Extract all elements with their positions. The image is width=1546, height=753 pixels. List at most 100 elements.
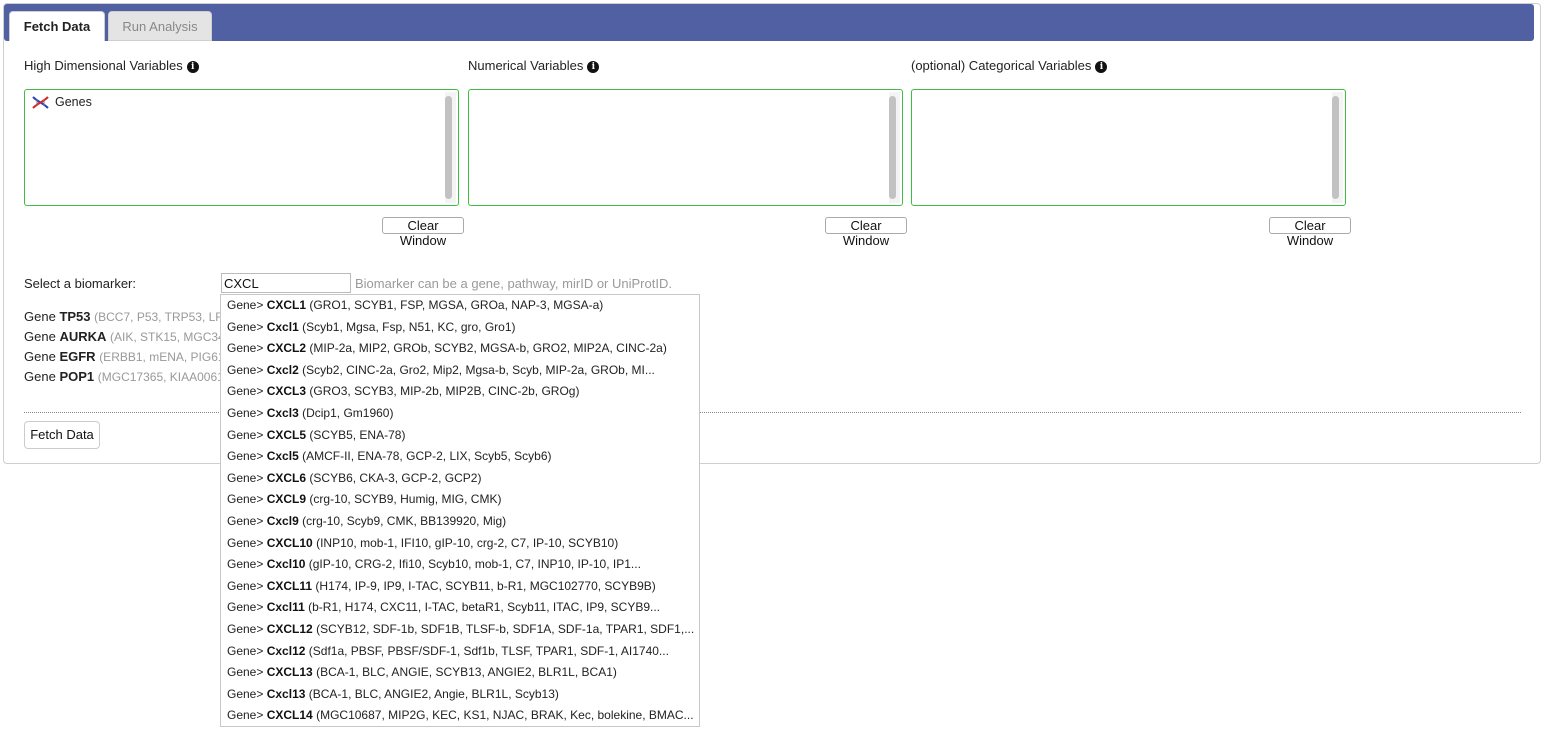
suggestion-prefix: Gene>	[227, 665, 264, 680]
high-dimensional-drop-box[interactable]: Genes	[24, 89, 459, 206]
suggestion-item[interactable]: Gene> CXCL3 (GRO3, SCYB3, MIP-2b, MIP2B,…	[221, 381, 699, 403]
tab-fetch-data[interactable]: Fetch Data	[9, 11, 105, 41]
suggestion-prefix: Gene>	[227, 341, 264, 356]
suggestion-symbol: CXCL5	[266, 427, 307, 442]
suggestion-item[interactable]: Gene> Cxcl12 (Sdf1a, PBSF, PBSF/SDF-1, S…	[221, 641, 699, 663]
gene-symbol: EGFR	[59, 349, 96, 364]
scrollbar[interactable]	[1332, 92, 1343, 203]
scrollbar-thumb[interactable]	[445, 96, 452, 199]
suggestion-item[interactable]: Gene> CXCL9 (crg-10, SCYB9, Humig, MIG, …	[221, 489, 699, 511]
suggestion-symbol: CXCL10	[266, 535, 313, 550]
suggestion-aliases: (gIP-10, CRG-2, Ifi10, Scyb10, mob-1, C7…	[308, 557, 641, 572]
suggestion-aliases: (SCYB6, CKA-3, GCP-2, GCP2)	[309, 470, 482, 485]
suggestion-item[interactable]: Gene> CXCL1 (GRO1, SCYB1, FSP, MGSA, GRO…	[221, 295, 699, 317]
suggestion-symbol: Cxcl3	[266, 405, 299, 420]
clear-window-button-categorical[interactable]: Clear Window	[1269, 217, 1351, 248]
gene-prefix: Gene	[24, 309, 56, 324]
gene-link-pop1[interactable]: Gene POP1 (MGC17365, KIAA0061)	[24, 369, 222, 384]
suggestion-aliases: (AMCF-II, ENA-78, GCP-2, LIX, Scyb5, Scy…	[302, 449, 552, 464]
suggestion-prefix: Gene>	[227, 643, 264, 658]
scrollbar-thumb[interactable]	[1332, 96, 1339, 199]
suggestion-item[interactable]: Gene> Cxcl1 (Scyb1, Mgsa, Fsp, N51, KC, …	[221, 317, 699, 339]
suggestion-item[interactable]: Gene> CXCL6 (SCYB6, CKA-3, GCP-2, GCP2)	[221, 468, 699, 490]
suggestion-symbol: Cxcl2	[266, 362, 299, 377]
suggestion-prefix: Gene>	[227, 708, 264, 723]
suggestion-prefix: Gene>	[227, 362, 264, 377]
biomarker-label: Select a biomarker:	[24, 276, 136, 291]
suggestion-prefix: Gene>	[227, 492, 264, 507]
gene-prefix: Gene	[24, 329, 56, 344]
suggestion-item[interactable]: Gene> CXCL11 (H174, IP-9, IP9, I-TAC, SC…	[221, 576, 699, 598]
suggestion-prefix: Gene>	[227, 384, 264, 399]
suggestion-aliases: (BCA-1, BLC, ANGIE2, Angie, BLR1L, Scyb1…	[308, 686, 559, 701]
suggestion-prefix: Gene>	[227, 686, 264, 701]
suggestion-symbol: CXCL6	[266, 470, 307, 485]
clear-window-button-high-dimensional[interactable]: Clear Window	[382, 217, 464, 248]
clear-window-button-numerical[interactable]: Clear Window	[825, 217, 907, 248]
suggestion-item[interactable]: Gene> Cxcl2 (Scyb2, CINC-2a, Gro2, Mip2,…	[221, 360, 699, 382]
suggestion-aliases: (Scyb1, Mgsa, Fsp, N51, KC, gro, Gro1)	[302, 319, 516, 334]
tab-bar: Fetch Data Run Analysis	[4, 4, 1534, 41]
suggestion-prefix: Gene>	[227, 427, 264, 442]
suggestion-prefix: Gene>	[227, 405, 264, 420]
suggestion-item[interactable]: Gene> Cxcl5 (AMCF-II, ENA-78, GCP-2, LIX…	[221, 446, 699, 468]
scrollbar[interactable]	[889, 92, 900, 203]
biomarker-suggestions-dropdown: Gene> CXCL1 (GRO1, SCYB1, FSP, MGSA, GRO…	[220, 294, 700, 727]
info-icon[interactable]: i	[587, 61, 600, 73]
categorical-variables-label: (optional) Categorical Variables i	[911, 58, 1108, 73]
suggestion-prefix: Gene>	[227, 557, 264, 572]
info-icon[interactable]: i	[1095, 61, 1108, 73]
gene-symbol: TP53	[59, 309, 91, 324]
gene-link-tp53[interactable]: Gene TP53 (BCC7, P53, TRP53, LFS1)	[24, 309, 222, 324]
suggestion-item[interactable]: Gene> CXCL14 (MGC10687, MIP2G, KEC, KS1,…	[221, 705, 699, 726]
suggestion-item[interactable]: Gene> CXCL5 (SCYB5, ENA-78)	[221, 425, 699, 447]
gene-aliases: (MGC17365, KIAA0061)	[97, 370, 222, 384]
suggestion-aliases: (MIP-2a, MIP2, GROb, SCYB2, MGSA-b, GRO2…	[309, 341, 667, 356]
suggestion-item[interactable]: Gene> Cxcl10 (gIP-10, CRG-2, Ifi10, Scyb…	[221, 554, 699, 576]
suggestion-aliases: (INP10, mob-1, IFI10, gIP-10, crg-2, C7,…	[316, 535, 619, 550]
suggestion-symbol: Cxcl10	[266, 557, 306, 572]
numerical-variables-label: Numerical Variables i	[468, 58, 600, 73]
suggestion-symbol: Cxcl1	[266, 319, 299, 334]
info-icon[interactable]: i	[186, 61, 199, 73]
suggestion-item[interactable]: Gene> CXCL12 (SCYB12, SDF-1b, SDF1B, TLS…	[221, 619, 699, 641]
suggestion-item[interactable]: Gene> Cxcl13 (BCA-1, BLC, ANGIE2, Angie,…	[221, 684, 699, 706]
suggestion-symbol: CXCL9	[266, 492, 307, 507]
genes-label: Genes	[55, 95, 92, 109]
suggestion-aliases: (MGC10687, MIP2G, KEC, KS1, NJAC, BRAK, …	[316, 708, 694, 723]
suggestion-item[interactable]: Gene> CXCL10 (INP10, mob-1, IFI10, gIP-1…	[221, 533, 699, 555]
suggestion-aliases: (crg-10, Scyb9, CMK, BB139920, Mig)	[302, 513, 507, 528]
gene-aliases: (BCC7, P53, TRP53, LFS1)	[94, 310, 222, 324]
fetch-data-button[interactable]: Fetch Data	[24, 421, 100, 449]
scrollbar[interactable]	[445, 92, 456, 203]
suggestion-item[interactable]: Gene> CXCL13 (BCA-1, BLC, ANGIE, SCYB13,…	[221, 662, 699, 684]
suggestion-symbol: Cxcl11	[266, 600, 305, 615]
gene-symbol: POP1	[59, 369, 95, 384]
suggestion-symbol: Cxcl5	[266, 449, 299, 464]
suggestion-aliases: (H174, IP-9, IP9, I-TAC, SCYB11, b-R1, M…	[315, 578, 656, 593]
numerical-drop-box[interactable]	[468, 89, 903, 206]
suggestion-symbol: CXCL14	[266, 708, 313, 723]
suggestion-symbol: CXCL1	[266, 298, 307, 312]
categorical-drop-box[interactable]	[911, 89, 1346, 206]
biomarker-search-input[interactable]	[221, 273, 351, 293]
scrollbar-thumb[interactable]	[889, 96, 896, 199]
tab-run-analysis[interactable]: Run Analysis	[108, 11, 212, 41]
suggestion-prefix: Gene>	[227, 621, 264, 636]
suggestion-prefix: Gene>	[227, 578, 264, 593]
genes-node[interactable]: Genes	[32, 95, 92, 109]
gene-link-aurka[interactable]: Gene AURKA (AIK, STK15, MGC34538)	[24, 329, 222, 344]
suggestion-item[interactable]: Gene> Cxcl3 (Dcip1, Gm1960)	[221, 403, 699, 425]
suggestion-prefix: Gene>	[227, 535, 264, 550]
suggestion-aliases: (Sdf1a, PBSF, PBSF/SDF-1, Sdf1b, TLSF, T…	[308, 643, 669, 658]
high-dimensional-variables-label: High Dimensional Variables i	[24, 58, 199, 73]
suggestion-item[interactable]: Gene> CXCL2 (MIP-2a, MIP2, GROb, SCYB2, …	[221, 338, 699, 360]
suggestion-item[interactable]: Gene> Cxcl9 (crg-10, Scyb9, CMK, BB13992…	[221, 511, 699, 533]
suggestion-item[interactable]: Gene> Cxcl11 (b-R1, H174, CXC11, I-TAC, …	[221, 597, 699, 619]
suggestion-prefix: Gene>	[227, 600, 264, 615]
column-label-text: Numerical Variables	[468, 58, 584, 73]
gene-link-egfr[interactable]: Gene EGFR (ERBB1, mENA, PIG61)	[24, 349, 222, 364]
gene-prefix: Gene	[24, 349, 56, 364]
suggestion-aliases: (SCYB12, SDF-1b, SDF1B, TLSF-b, SDF1A, S…	[316, 621, 695, 636]
suggestion-aliases: (crg-10, SCYB9, Humig, MIG, CMK)	[309, 492, 502, 507]
